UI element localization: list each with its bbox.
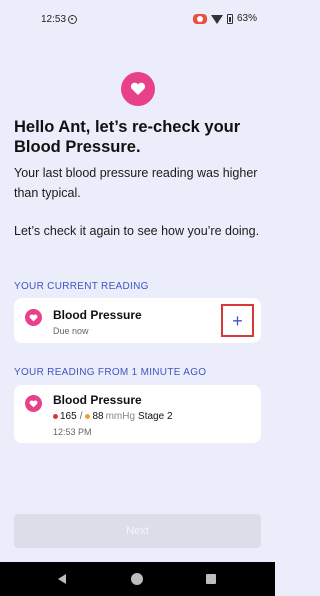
reading-unit: mmHg bbox=[105, 411, 136, 422]
systolic-value: 165 bbox=[60, 411, 77, 422]
reading-time: 12:53 PM bbox=[53, 427, 92, 437]
reading-stage: Stage 2 bbox=[138, 411, 173, 422]
heart-icon bbox=[121, 72, 155, 106]
recent-reading-card[interactable]: Blood Pressure 165 / 88 mmHg Stage 2 12:… bbox=[14, 385, 261, 443]
current-reading-card: Blood Pressure Due now + bbox=[14, 298, 261, 343]
intro-text-2: Let’s check it again to see how you’re d… bbox=[14, 224, 260, 238]
battery-icon bbox=[226, 13, 233, 24]
navigation-bar bbox=[0, 562, 275, 596]
add-reading-button[interactable]: + bbox=[221, 304, 254, 337]
recent-reading-title: Blood Pressure bbox=[53, 393, 142, 407]
next-button[interactable]: Next bbox=[14, 514, 261, 548]
wifi-icon bbox=[210, 14, 223, 24]
reading-values: 165 / 88 mmHg Stage 2 bbox=[53, 411, 173, 422]
plus-icon: + bbox=[232, 310, 243, 331]
screen-record-icon bbox=[192, 13, 207, 24]
intro-text-1: Your last blood pressure reading was hig… bbox=[14, 166, 258, 200]
status-bar: 12:53 63% bbox=[0, 0, 275, 40]
page-title: Hello Ant, let’s re-check your Blood Pre… bbox=[14, 118, 241, 156]
recents-icon[interactable] bbox=[206, 574, 216, 584]
systolic-dot-icon bbox=[53, 414, 58, 419]
battery-percent: 63% bbox=[236, 13, 257, 24]
status-indicators: 63% bbox=[192, 13, 257, 24]
location-icon bbox=[68, 15, 77, 24]
reading-separator: / bbox=[79, 411, 83, 422]
diastolic-value: 88 bbox=[92, 411, 104, 422]
back-icon[interactable] bbox=[58, 574, 66, 584]
heart-icon bbox=[25, 395, 42, 412]
status-time: 12:53 bbox=[41, 14, 67, 25]
current-reading-label: YOUR CURRENT READING bbox=[14, 281, 149, 292]
heart-icon bbox=[25, 309, 42, 326]
diastolic-dot-icon bbox=[85, 414, 91, 419]
current-reading-title: Blood Pressure bbox=[53, 308, 142, 322]
current-reading-status: Due now bbox=[53, 326, 89, 336]
recent-reading-label: YOUR READING FROM 1 MINUTE AGO bbox=[14, 367, 207, 378]
home-icon[interactable] bbox=[131, 573, 143, 585]
